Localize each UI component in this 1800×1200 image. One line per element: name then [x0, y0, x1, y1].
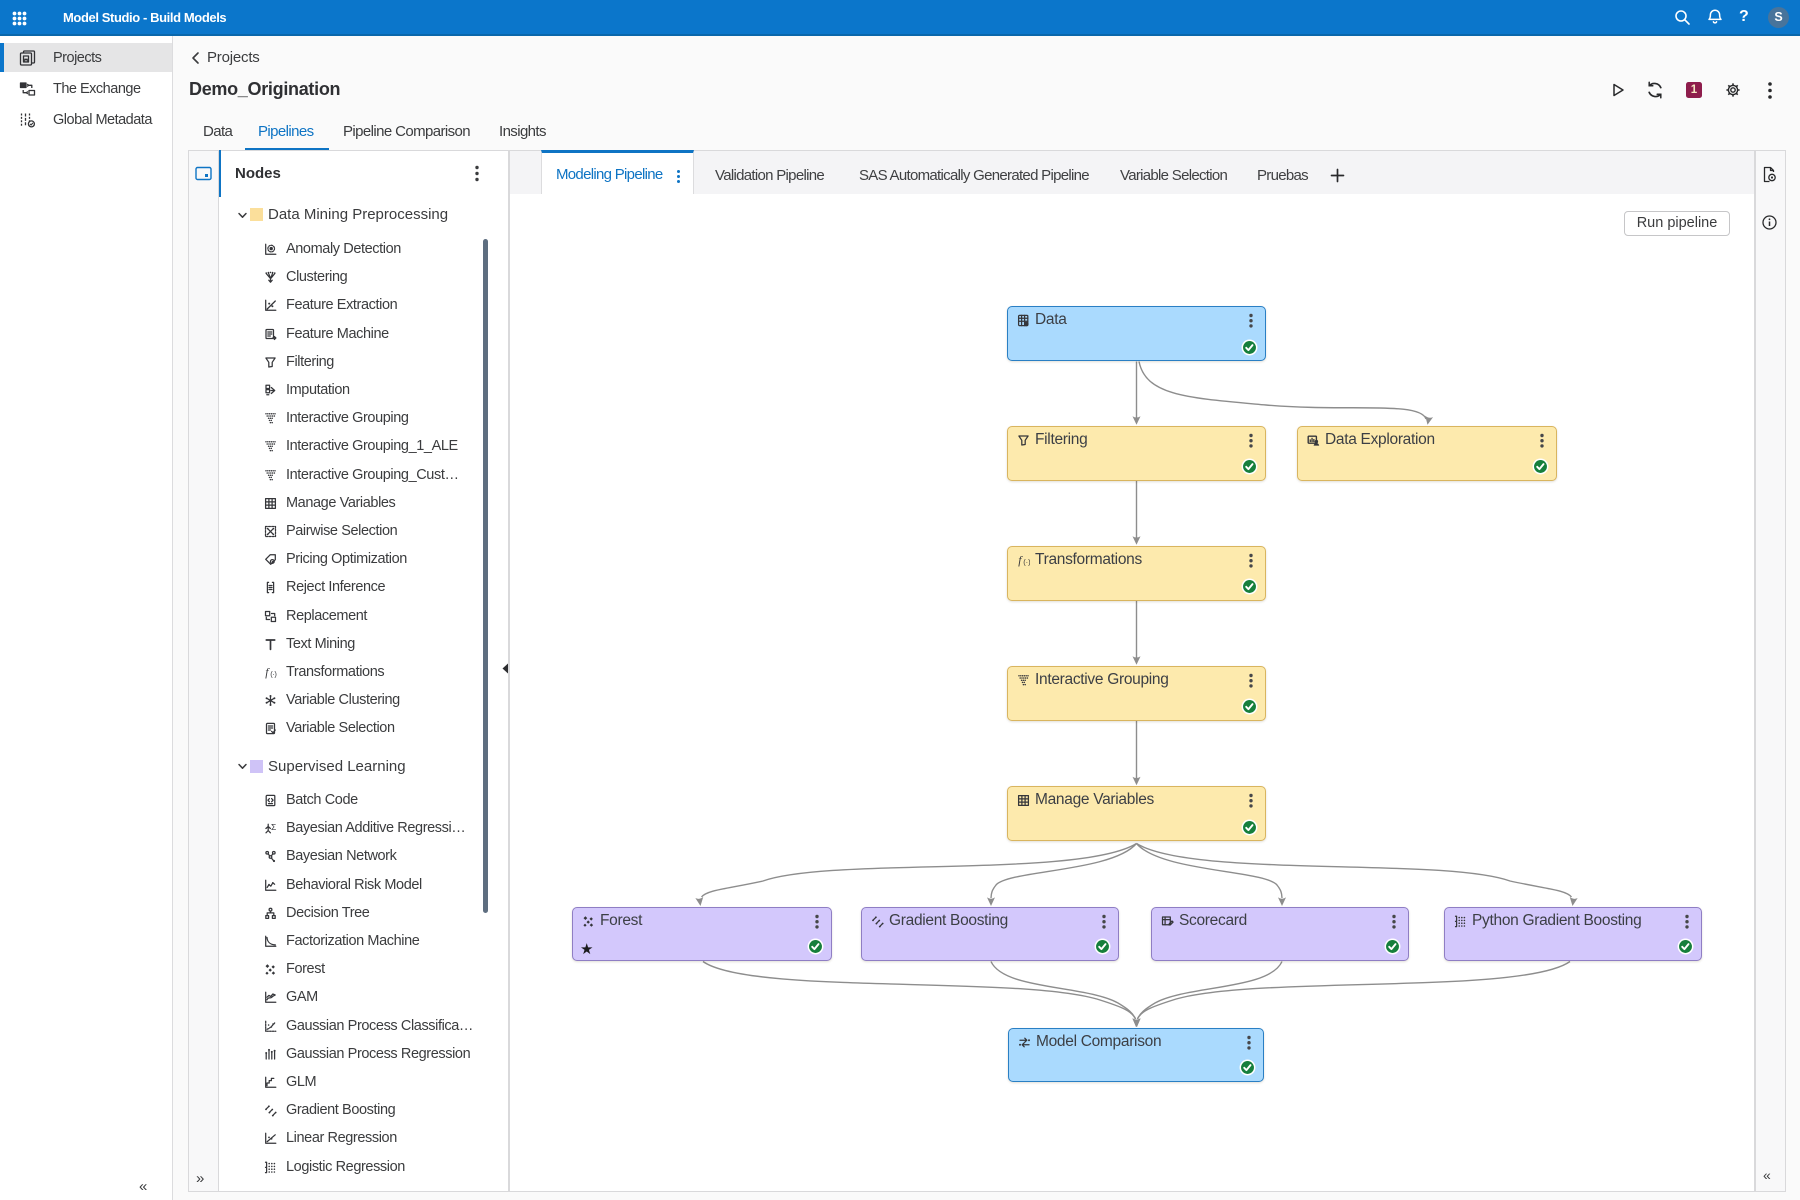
svg-text:Σ: Σ [271, 822, 276, 832]
svg-text:(·): (·) [1023, 557, 1030, 566]
svg-text:(·): (·) [270, 669, 277, 678]
